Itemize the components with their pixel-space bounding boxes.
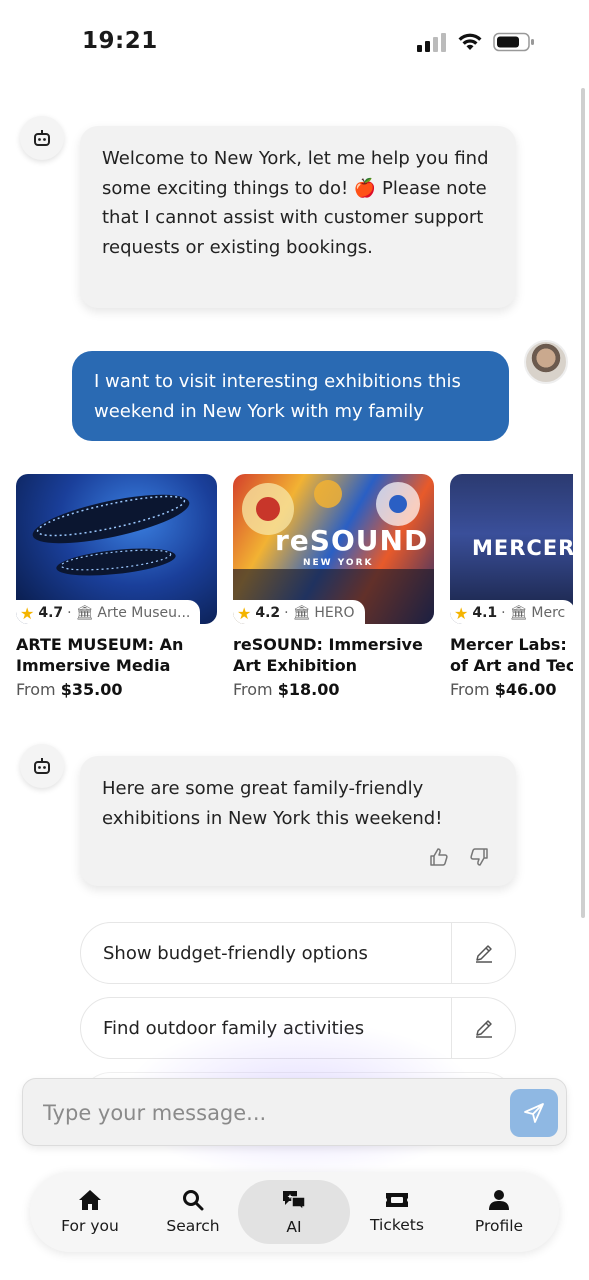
nav-label: For you	[61, 1217, 119, 1235]
nav-search[interactable]: Search	[141, 1180, 245, 1244]
card-venue: Merc	[531, 605, 566, 621]
price-value: $46.00	[494, 680, 557, 699]
card-image: MERCER ★ 4.1 · 🏛 Merc	[450, 474, 573, 624]
bot-message-reply: Here are some great family-friendly exhi…	[80, 756, 516, 886]
experience-card[interactable]: ★ 4.7 · 🏛 Arte Museu... ARTE MUSEUM: An …	[16, 474, 217, 699]
nav-tickets[interactable]: Tickets	[345, 1180, 449, 1244]
pencil-icon	[475, 945, 492, 963]
pencil-icon	[475, 1020, 492, 1038]
card-price: From $18.00	[233, 680, 434, 699]
card-rating: 4.7	[38, 605, 64, 621]
card-image: ★ 4.7 · 🏛 Arte Museu...	[16, 474, 217, 624]
search-icon	[183, 1190, 204, 1211]
edit-suggestion-button[interactable]	[451, 998, 515, 1058]
suggestion-label[interactable]: Show budget-friendly options	[81, 943, 451, 964]
nav-label: AI	[286, 1218, 302, 1236]
price-value: $18.00	[277, 680, 340, 699]
user-message: I want to visit interesting exhibitions …	[72, 351, 509, 441]
price-prefix: From	[450, 680, 490, 699]
star-icon: ★	[454, 603, 469, 623]
separator-dot: ·	[284, 605, 289, 621]
feedback-buttons	[428, 846, 490, 868]
cellular-signal-icon	[417, 33, 446, 52]
send-icon	[524, 1103, 544, 1123]
museum-icon: 🏛	[292, 605, 311, 621]
star-icon: ★	[237, 603, 252, 623]
wifi-icon	[458, 33, 482, 50]
status-bar: 19:21	[0, 0, 589, 88]
card-venue: Arte Museu...	[97, 605, 191, 621]
separator-dot: ·	[67, 605, 72, 621]
edit-suggestion-button[interactable]	[451, 923, 515, 983]
battery-icon	[493, 32, 534, 52]
image-logo-subtext: NEW YORK	[303, 558, 374, 568]
bot-icon	[34, 130, 50, 146]
price-prefix: From	[16, 680, 56, 699]
museum-icon: 🏛	[75, 605, 94, 621]
thumbs-up-icon[interactable]	[428, 846, 450, 868]
experience-card[interactable]: reSOUND NEW YORK ★ 4.2 · 🏛 HERO reSOUND:…	[233, 474, 434, 699]
ai-chat-icon	[283, 1191, 306, 1212]
museum-icon: 🏛	[509, 605, 528, 621]
profile-icon	[489, 1190, 509, 1210]
card-meta: ★ 4.7 · 🏛 Arte Museu...	[16, 600, 201, 624]
experience-carousel[interactable]: ★ 4.7 · 🏛 Arte Museu... ARTE MUSEUM: An …	[16, 474, 573, 704]
bottom-navigation: For you Search AI Tickets Profile	[30, 1172, 559, 1252]
image-logo-text: MERCER	[472, 536, 573, 560]
card-title[interactable]: reSOUND: Immersive Art Exhibition	[233, 634, 434, 676]
nav-profile[interactable]: Profile	[447, 1180, 551, 1244]
bot-message-text: Here are some great family-friendly exhi…	[102, 778, 443, 829]
bot-icon	[34, 758, 50, 774]
card-meta: ★ 4.2 · 🏛 HERO	[233, 600, 365, 624]
message-input[interactable]	[43, 1093, 503, 1133]
image-logo-text: reSOUND	[275, 524, 429, 557]
card-title[interactable]: Mercer Labs: Museum of Art and Technolog…	[450, 634, 573, 676]
card-meta: ★ 4.1 · 🏛 Merc	[450, 600, 573, 624]
card-rating: 4.2	[255, 605, 281, 621]
bot-avatar	[20, 744, 64, 788]
card-venue: HERO	[314, 605, 355, 621]
ticket-icon	[386, 1193, 408, 1207]
card-title[interactable]: ARTE MUSEUM: An Immersive Media Art...	[16, 634, 217, 676]
nav-ai[interactable]: AI	[238, 1180, 350, 1244]
status-time: 19:21	[82, 28, 158, 54]
suggestion-chip[interactable]: Show budget-friendly options	[80, 922, 516, 984]
scrollbar[interactable]	[581, 88, 585, 918]
send-button[interactable]	[510, 1089, 558, 1137]
bot-message-welcome: Welcome to New York, let me help you fin…	[80, 126, 516, 308]
card-rating: 4.1	[472, 605, 498, 621]
price-value: $35.00	[60, 680, 123, 699]
card-price: From $46.00	[450, 680, 573, 699]
home-icon	[79, 1190, 101, 1210]
status-icons	[417, 32, 535, 52]
nav-label: Search	[166, 1217, 220, 1235]
experience-card[interactable]: MERCER ★ 4.1 · 🏛 Merc Mercer Labs: Museu…	[450, 474, 573, 699]
thumbs-down-icon[interactable]	[468, 846, 490, 868]
nav-label: Tickets	[370, 1216, 424, 1234]
card-image: reSOUND NEW YORK ★ 4.2 · 🏛 HERO	[233, 474, 434, 624]
bot-avatar	[20, 116, 64, 160]
nav-label: Profile	[474, 1217, 524, 1235]
price-prefix: From	[233, 680, 273, 699]
star-icon: ★	[20, 603, 35, 623]
separator-dot: ·	[501, 605, 506, 621]
message-composer	[22, 1078, 567, 1146]
nav-for-you[interactable]: For you	[38, 1180, 142, 1244]
user-avatar	[524, 340, 568, 384]
card-price: From $35.00	[16, 680, 217, 699]
